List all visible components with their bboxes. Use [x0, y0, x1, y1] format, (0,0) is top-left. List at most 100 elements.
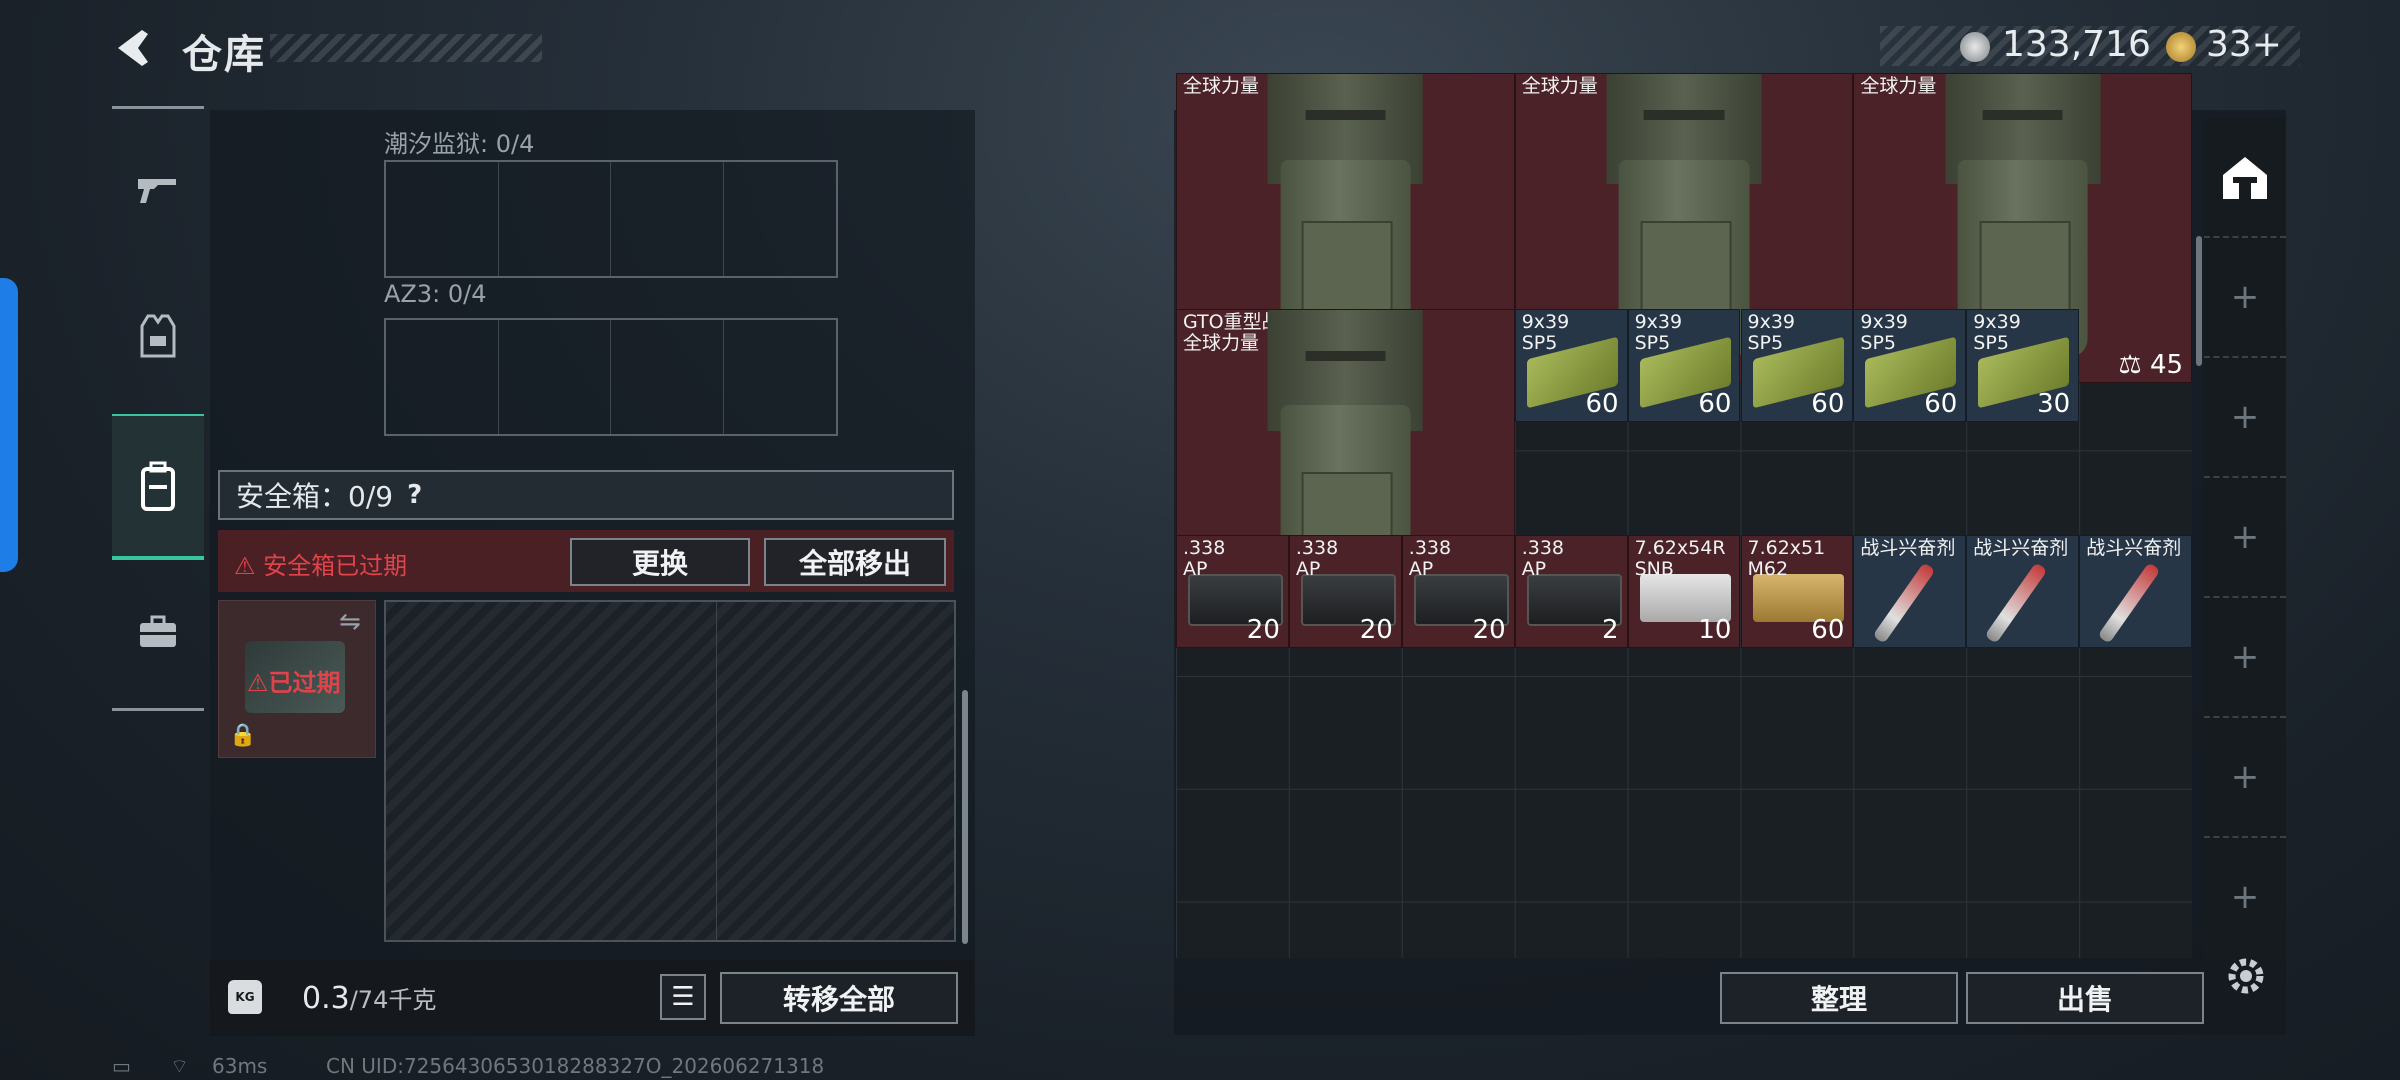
tab-backpack[interactable] — [112, 414, 204, 560]
item-count: 20 — [1472, 614, 1506, 645]
stimulant-item[interactable]: 战斗兴奋剂 — [2079, 535, 2193, 648]
syringe-image — [1871, 562, 1936, 645]
add-stash-page-2[interactable]: + — [2204, 358, 2286, 478]
tab-case[interactable] — [112, 586, 204, 678]
stash-scrollbar[interactable] — [2196, 236, 2202, 366]
item-count: 20 — [1359, 614, 1393, 645]
replace-button[interactable]: 更换 — [570, 538, 750, 586]
transfer-all-button[interactable]: 转移全部 — [720, 972, 958, 1024]
expired-warning-text: 安全箱已过期 — [263, 552, 408, 580]
stash-page-main[interactable] — [2204, 118, 2286, 238]
safe-box-grid[interactable] — [384, 600, 956, 942]
sort-button[interactable]: 整理 — [1720, 972, 1958, 1024]
safe-box-label: 安全箱：0/9 — [236, 480, 394, 513]
expired-badge: ⚠已过期 — [247, 669, 341, 697]
item-name: .338 AP — [1183, 537, 1226, 580]
item-name: .338 AP — [1295, 537, 1339, 580]
list-view-icon[interactable]: ☰ — [660, 974, 706, 1020]
add-stash-page-3[interactable]: + — [2204, 478, 2286, 598]
uid-readout: CN UID:7256430653018288327O_202606271318 — [326, 1054, 825, 1078]
briefcase-icon — [140, 615, 176, 647]
safe-box-header: 安全箱：0/9 ? — [218, 470, 954, 520]
ammo-item[interactable]: 9x39 SP5 60 — [1514, 309, 1628, 423]
add-stash-page-1[interactable]: + — [2204, 238, 2286, 358]
title-decoration — [270, 34, 542, 62]
left-scrollbar[interactable] — [962, 690, 968, 944]
gun-icon — [138, 179, 176, 203]
plus-icon: + — [2230, 757, 2260, 797]
ammo-item[interactable]: 7.62x51 M62 60 — [1740, 535, 1854, 648]
backpack-icon — [141, 461, 175, 511]
sell-button[interactable]: 出售 — [1966, 972, 2204, 1024]
help-icon[interactable]: ? — [407, 480, 422, 510]
item-name: 9x39 SP5 — [1860, 311, 1908, 355]
weight-readout: 0.3/74千克 — [302, 980, 436, 1016]
section-label-tidal-prison: 潮汐监狱: 0/4 — [384, 130, 535, 158]
ping-readout: 63ms — [212, 1054, 268, 1078]
grid-tidal-prison[interactable] — [384, 160, 838, 278]
item-name: 9x39 SP5 — [1521, 311, 1570, 355]
ammo-item[interactable]: 9x39 SP5 30 — [1966, 309, 2080, 423]
plus-icon: + — [2230, 637, 2260, 677]
ammo-item[interactable]: .338 AP 20 — [1401, 535, 1515, 648]
item-count: 60 — [1811, 614, 1845, 645]
currency-gold-amount[interactable]: 33+ — [2206, 24, 2282, 65]
item-name: 全球力量 — [1521, 74, 1598, 97]
ammo-item[interactable]: .338 AP 2 — [1514, 535, 1628, 648]
item-name: 7.62x54R SNB — [1634, 537, 1726, 580]
section-label-az3: AZ3: 0/4 — [384, 280, 487, 308]
item-count: 60 — [1924, 389, 1958, 420]
item-name: 战斗兴奋剂 — [1860, 537, 1956, 559]
syringe-image — [2097, 562, 2161, 645]
plus-icon: + — [2230, 277, 2260, 317]
lock-icon: 🔒 — [229, 723, 257, 748]
item-name: 7.62x51 M62 — [1747, 537, 1826, 580]
ammo-item[interactable]: .338 AP 20 — [1176, 535, 1289, 648]
settings-gear-icon[interactable] — [2222, 952, 2270, 1000]
remove-all-button[interactable]: 全部移出 — [764, 538, 946, 586]
add-stash-page-5[interactable]: + — [2204, 718, 2286, 838]
silver-coin-icon — [1960, 32, 1990, 62]
tab-weapons[interactable] — [112, 144, 204, 236]
stimulant-item[interactable]: 战斗兴奋剂 — [1853, 535, 1967, 648]
item-name: 9x39 SP5 — [1747, 311, 1796, 355]
plus-icon: + — [2230, 397, 2260, 437]
ammo-item[interactable]: 9x39 SP5 60 — [1740, 309, 1854, 423]
backpack-capacity: ⚖ 45 — [2118, 349, 2184, 380]
gold-coin-icon — [2166, 32, 2196, 62]
expired-warning: ⚠ 安全箱已过期 — [234, 546, 407, 581]
tabs-divider-top — [112, 106, 204, 109]
weight-current: 0.3 — [302, 981, 350, 1016]
item-name: 战斗兴奋剂 — [2086, 537, 2182, 559]
item-count: 60 — [1585, 389, 1619, 420]
item-name: 9x39 SP5 — [1973, 311, 2021, 355]
tabs-divider-bottom — [112, 708, 204, 711]
safe-box-item[interactable]: ⚠已过期 ⇋ 🔒 — [218, 600, 376, 758]
back-arrow-icon[interactable] — [112, 26, 156, 70]
battery-icon: ▭ — [112, 1054, 131, 1078]
item-count: 2 — [1602, 614, 1619, 645]
syringe-image — [1984, 562, 2048, 645]
swap-icon[interactable]: ⇋ — [339, 607, 361, 637]
weight-total: /74千克 — [349, 986, 437, 1014]
ammo-item[interactable]: 7.62x54R SNB 10 — [1627, 535, 1741, 648]
plus-icon: + — [2230, 877, 2260, 917]
grid-az3[interactable] — [384, 318, 838, 436]
item-name: 9x39 SP5 — [1634, 311, 1683, 355]
ammo-item[interactable]: 9x39 SP5 60 — [1853, 309, 1967, 423]
stimulant-item[interactable]: 战斗兴奋剂 — [1966, 535, 2080, 648]
item-name: .338 AP — [1521, 537, 1564, 580]
tab-armor[interactable] — [112, 290, 204, 382]
item-name: 全球力量 — [1183, 74, 1260, 97]
ammo-item[interactable]: 9x39 SP5 60 — [1627, 309, 1741, 423]
weight-icon: KG — [228, 980, 262, 1014]
side-drawer-handle[interactable] — [0, 278, 18, 572]
ammo-item[interactable]: .338 AP 20 — [1288, 535, 1402, 648]
warning-icon: ⚠ — [234, 552, 256, 580]
item-count: 60 — [1811, 389, 1845, 420]
add-stash-page-6[interactable]: + — [2204, 838, 2286, 956]
currency-silver-amount: 133,716 — [2002, 24, 2151, 65]
warning-icon: ⚠ — [247, 669, 269, 697]
add-stash-page-4[interactable]: + — [2204, 598, 2286, 718]
vest-icon — [140, 314, 176, 358]
